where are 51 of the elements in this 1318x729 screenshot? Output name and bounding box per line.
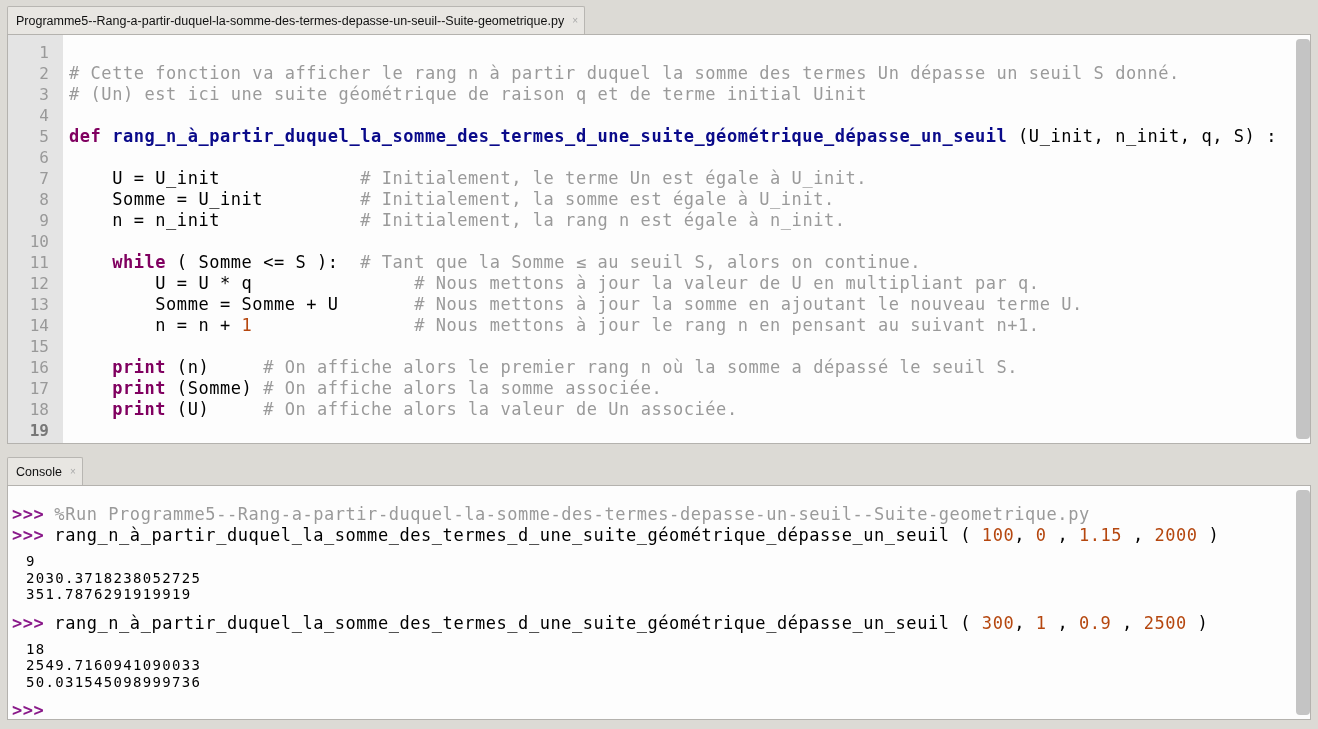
line-number: 4 — [38, 105, 50, 126]
line-number: 12 — [28, 273, 50, 294]
line-number: 3 — [38, 84, 50, 105]
console-output: 50.031545098999736 — [25, 673, 203, 690]
code-editor[interactable] — [7, 34, 1311, 444]
command-text: rang_n_à_partir_duquel_la_somme_des_termes_d_une_suite_géométrique_dépasse_un_seuil ( 300, 1 , 0.9 , 2500 ) — [54, 612, 1209, 634]
console-output: 2549.7160941090033 — [25, 657, 203, 674]
line-number: 1 — [38, 42, 50, 63]
prompt-marker: >>> — [12, 504, 45, 525]
code-line: n = n + 1 # Nous mettons à jour le rang n en pensant au suivant n+1. — [154, 315, 1041, 336]
command-text: rang_n_à_partir_duquel_la_somme_des_termes_d_une_suite_géométrique_dépasse_un_seuil ( 100, 0 , 1.15 , 2000 ) — [54, 525, 1220, 546]
code-line: # Cette fonction va afficher le rang n à partir duquel la somme des termes Un dépasse un seuil S donné. — [69, 63, 1181, 84]
line-number: 19 — [28, 420, 50, 441]
code-line: print (U) # On affiche alors la valeur de Un associée. — [111, 399, 739, 420]
line-number: 5 — [38, 126, 50, 147]
console-panel[interactable] — [7, 485, 1311, 720]
command-text: %Run Programme5--Rang-a-partir-duquel-la-somme-des-termes-depasse-un-seuil--Suite-geometrique.py — [54, 504, 1090, 525]
line-number: 8 — [38, 189, 50, 210]
line-number: 6 — [38, 147, 50, 168]
scrollbar-thumb[interactable] — [1296, 490, 1310, 715]
code-line: while ( Somme <= S ): # Tant que la Somme ≤ au seuil S, alors on continue. — [111, 252, 923, 273]
prompt-marker: >>> — [12, 612, 45, 634]
code-line: U = U_init # Initialement, le terme Un est égale à U_init. — [111, 168, 869, 189]
prompt-marker: >>> — [12, 700, 45, 719]
code-line: print (Somme) # On affiche alors la somme associée. — [111, 378, 664, 399]
console-output: 18 — [25, 640, 47, 657]
line-number: 13 — [28, 294, 50, 315]
line-number: 17 — [28, 378, 50, 399]
code-line: print (n) # On affiche alors le premier rang n où la somme a dépassé le seuil S. — [111, 357, 1020, 378]
console-output: 2030.3718238052725 — [25, 569, 203, 586]
line-number: 9 — [38, 210, 50, 231]
line-number: 14 — [28, 315, 50, 336]
console-tab[interactable]: Console × — [7, 457, 83, 485]
code-line: U = U * q # Nous mettons à jour la valeur de U en multipliant par q. — [154, 273, 1041, 294]
line-number: 10 — [28, 231, 50, 252]
code-line: Somme = Somme + U # Nous mettons à jour la somme en ajoutant le nouveau terme U. — [154, 294, 1084, 315]
console-output: 351.7876291919919 — [25, 586, 193, 603]
code-line: n = n_init # Initialement, la rang n est égale à n_init. — [111, 210, 847, 231]
editor-tab[interactable]: Programme5--Rang-a-partir-duquel-la-somme-des-termes-depasse-un-seuil--Suite-geometrique.py × — [7, 6, 585, 34]
line-number: 7 — [38, 168, 50, 189]
line-number: 15 — [28, 336, 50, 357]
prompt-marker: >>> — [12, 525, 45, 546]
line-number: 11 — [28, 252, 50, 273]
code-line: def rang_n_à_partir_duquel_la_somme_des_termes_d_une_suite_géométrique_dépasse_un_seuil (U_init, n_init, q, S) : — [69, 126, 1278, 147]
code-line: Somme = U_init # Initialement, la somme est égale à U_init. — [111, 189, 836, 210]
code-line: # (Un) est ici une suite géométrique de raison q et de terme initial Uinit — [69, 84, 869, 105]
line-number: 2 — [38, 63, 50, 84]
line-number: 18 — [28, 399, 50, 420]
scrollbar-thumb[interactable] — [1296, 39, 1310, 439]
line-number: 16 — [28, 357, 50, 378]
console-output: 9 — [25, 553, 37, 570]
